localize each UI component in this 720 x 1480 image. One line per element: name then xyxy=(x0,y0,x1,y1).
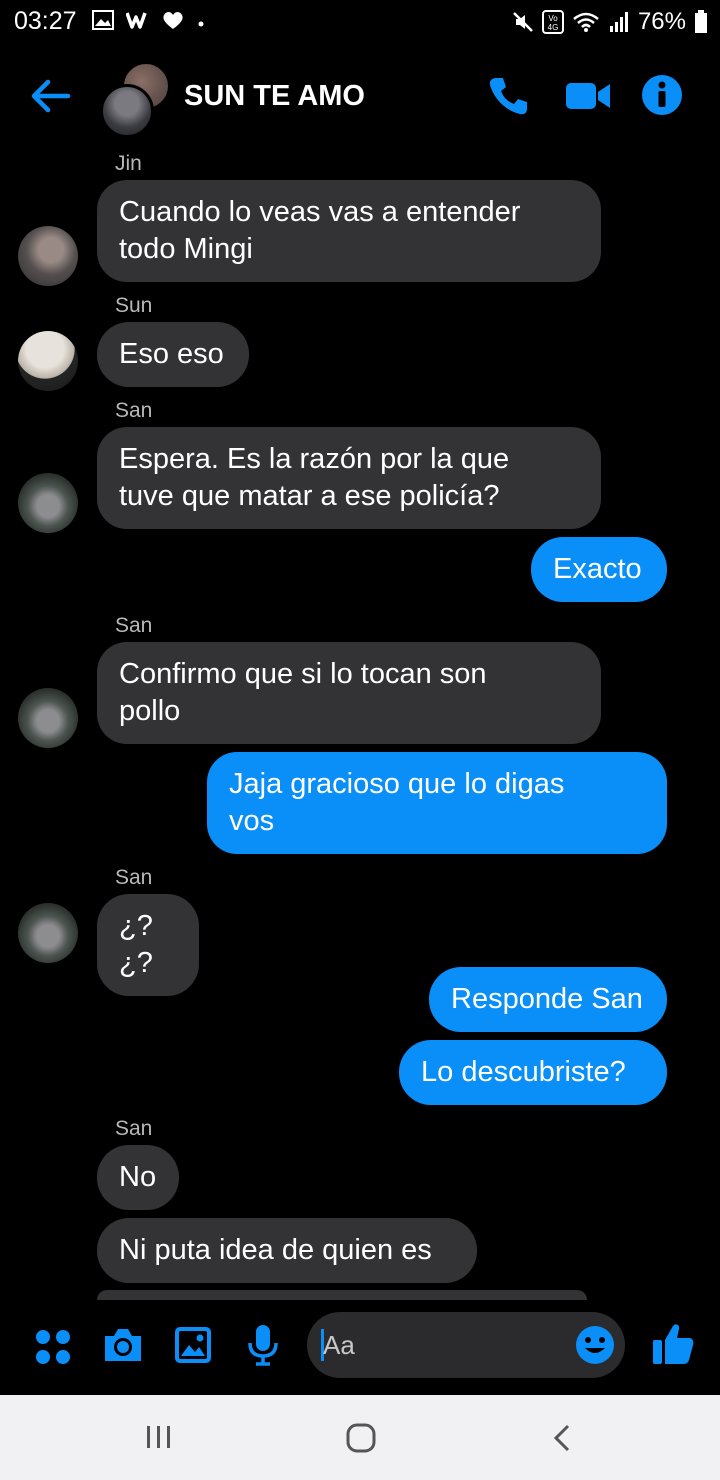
message-bubble[interactable]: Ni puta idea de quien es xyxy=(97,1218,477,1283)
sender-name: San xyxy=(115,1117,153,1140)
avatar[interactable] xyxy=(18,473,78,533)
group-avatar[interactable] xyxy=(100,62,170,138)
message-bubble[interactable]: Espera. Es la razón por la que tuve que … xyxy=(97,427,601,529)
status-right-icons: Vo 4G 76% xyxy=(512,8,708,36)
message-bubble[interactable]: Cuando lo veas vas a entender todo Mingi xyxy=(97,180,601,282)
home-icon[interactable] xyxy=(345,1423,377,1453)
image-icon xyxy=(92,10,114,30)
message-bubble[interactable]: Lo descubriste? xyxy=(399,1040,667,1105)
message-input-placeholder: Aa xyxy=(323,1330,355,1360)
status-left-icons xyxy=(92,10,206,30)
message-bubble-partial xyxy=(97,1290,587,1300)
avatar[interactable] xyxy=(18,903,78,963)
volte-icon: Vo4G xyxy=(541,10,564,34)
battery-icon xyxy=(695,10,707,33)
emoji-icon[interactable] xyxy=(575,1325,615,1365)
sender-name: San xyxy=(115,399,153,422)
w-icon xyxy=(126,12,147,29)
info-icon[interactable] xyxy=(641,74,683,116)
heart-icon xyxy=(163,12,183,29)
camera-icon[interactable] xyxy=(102,1326,144,1364)
back-arrow-icon[interactable] xyxy=(28,76,72,116)
signal-icon xyxy=(609,12,628,32)
back-icon[interactable] xyxy=(550,1423,574,1453)
sender-name: San xyxy=(115,614,153,637)
message-bubble[interactable]: Confirmo que si lo tocan son pollo xyxy=(97,642,601,744)
message-bubble[interactable]: Responde San xyxy=(429,967,667,1032)
message-input[interactable]: Aa xyxy=(307,1312,625,1378)
like-icon[interactable] xyxy=(652,1322,694,1366)
dot-icon xyxy=(198,21,204,27)
message-bubble[interactable]: Eso eso xyxy=(97,322,249,387)
chat-header: SUN TE AMO xyxy=(0,52,720,142)
sender-name: Jin xyxy=(115,152,142,175)
avatar xyxy=(100,84,154,138)
avatar[interactable] xyxy=(18,226,78,286)
svg-text:Vo: Vo xyxy=(548,14,558,23)
system-nav-bar xyxy=(0,1395,720,1480)
message-bubble[interactable]: No xyxy=(97,1145,179,1210)
message-bubble[interactable]: Exacto xyxy=(531,537,667,602)
video-icon[interactable] xyxy=(565,74,611,118)
apps-icon[interactable] xyxy=(34,1328,72,1366)
composer-bar: Aa xyxy=(0,1300,720,1395)
status-bar: 03:27 Vo 4G 76% xyxy=(0,0,720,44)
battery-percent: 76% xyxy=(637,8,686,35)
svg-text:4G: 4G xyxy=(548,23,559,32)
sender-name: San xyxy=(115,866,153,889)
avatar[interactable] xyxy=(18,688,78,748)
gallery-icon[interactable] xyxy=(174,1326,212,1364)
avatar[interactable] xyxy=(18,331,78,391)
message-bubble[interactable]: Jaja gracioso que lo digas vos xyxy=(207,752,667,854)
mute-icon xyxy=(513,12,533,32)
chat-title[interactable]: SUN TE AMO xyxy=(184,80,365,113)
mic-icon[interactable] xyxy=(247,1324,279,1366)
status-time: 03:27 xyxy=(14,7,77,35)
wifi-icon xyxy=(573,12,599,32)
recents-icon[interactable] xyxy=(144,1423,174,1451)
phone-icon[interactable] xyxy=(486,74,530,118)
sender-name: Sun xyxy=(115,294,153,317)
message-bubble[interactable]: ¿?¿? xyxy=(97,894,199,996)
